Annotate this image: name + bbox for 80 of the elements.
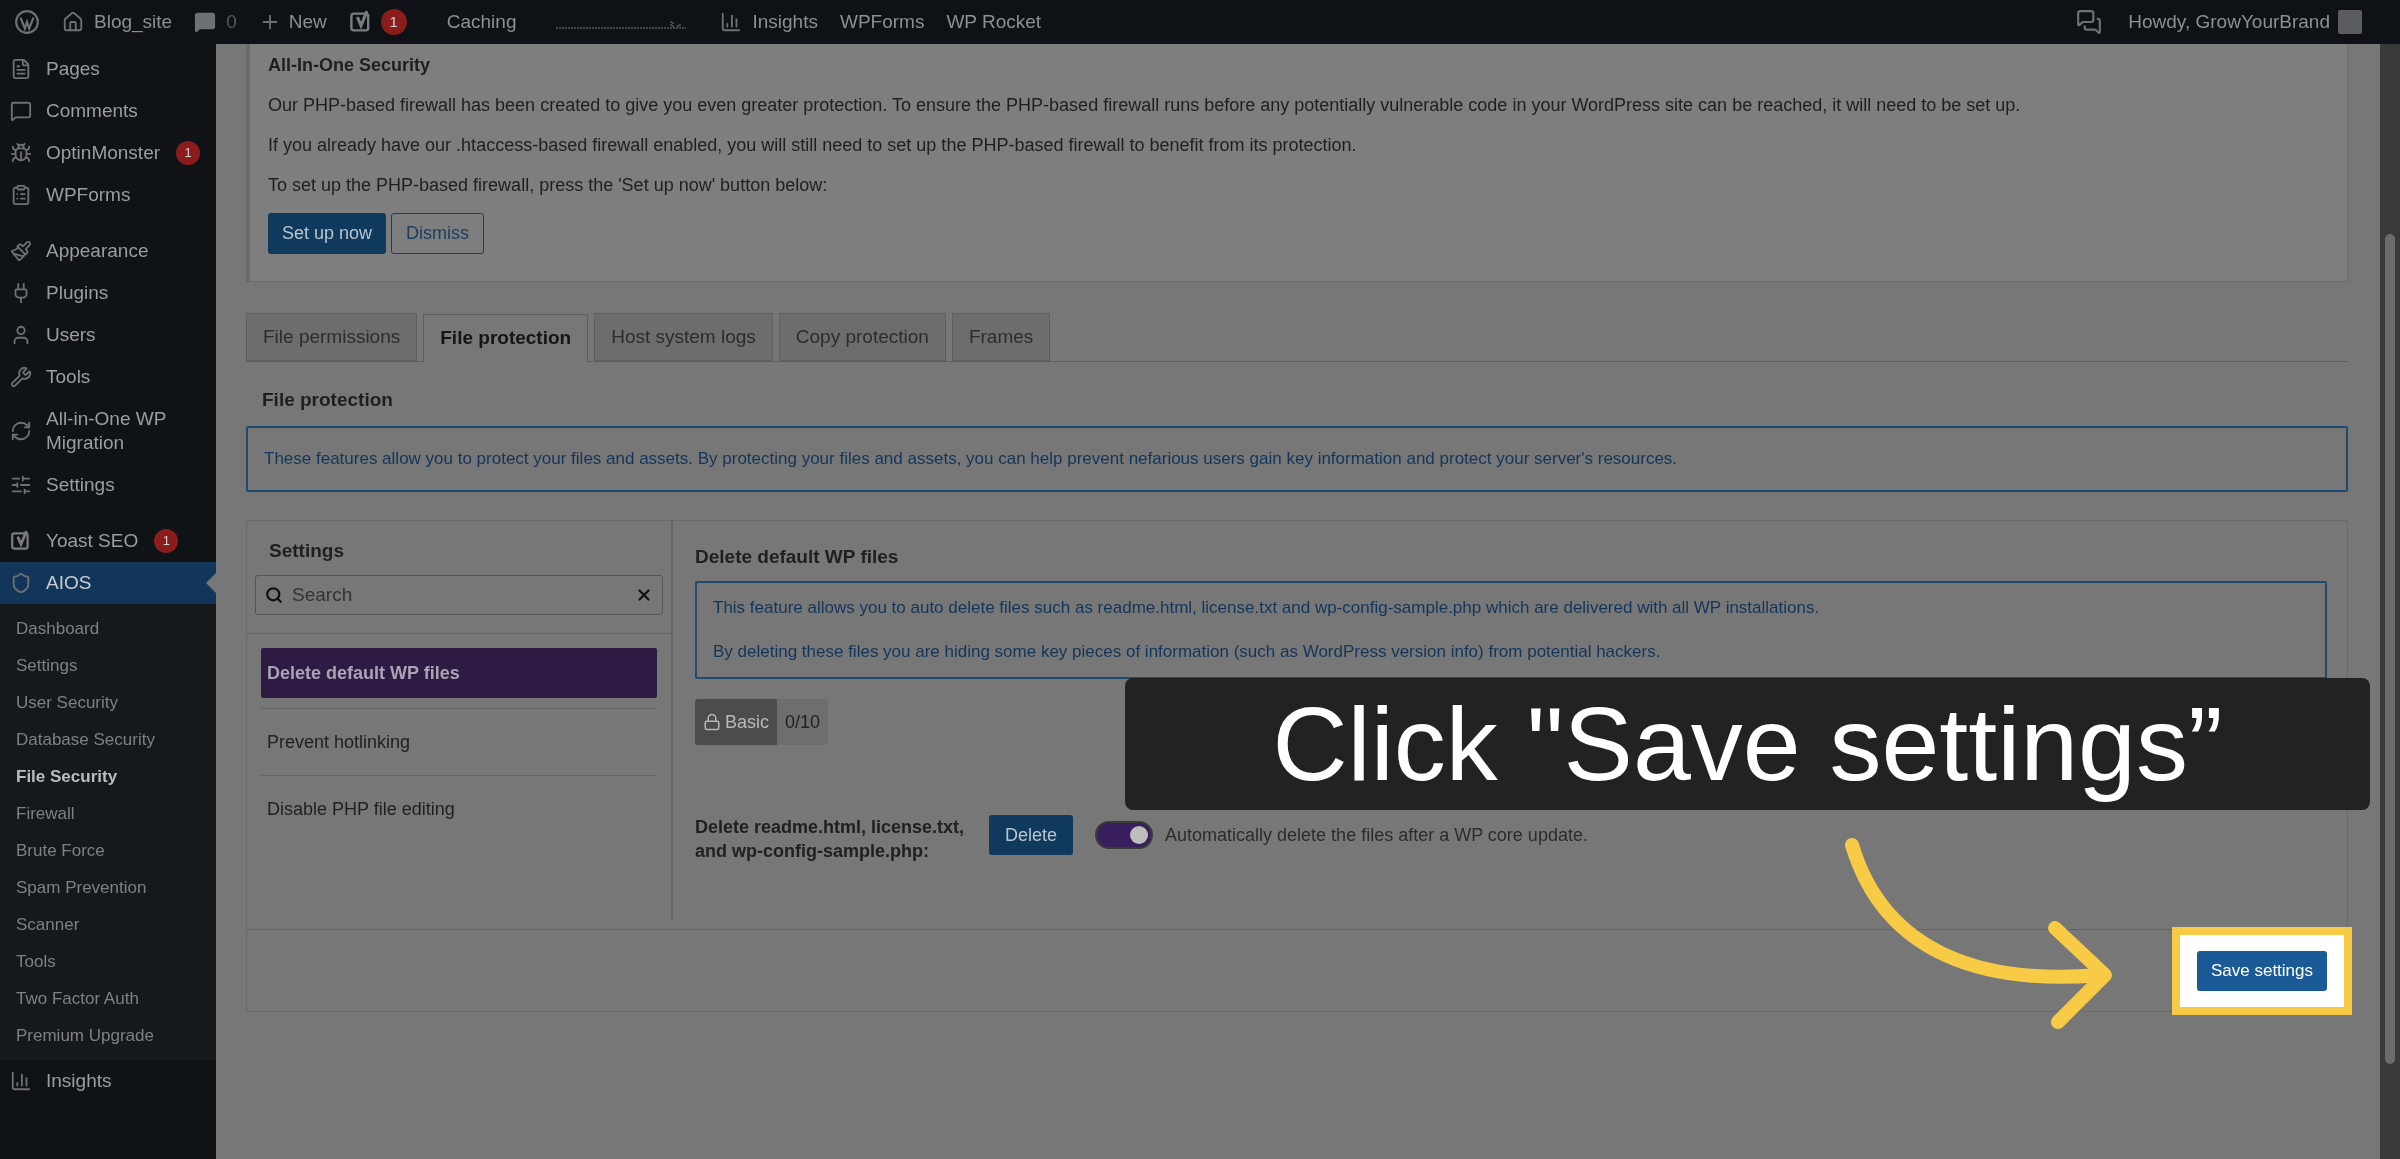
padlock-icon	[703, 713, 721, 731]
feature-info-text: By deleting these files you are hiding some key pieces of information (such as WordPress version info) from potential hackers.	[713, 641, 1662, 663]
sidebar-item[interactable]: Pages	[0, 48, 216, 90]
sidebar-item[interactable]: Appearance	[0, 230, 216, 272]
home-icon	[62, 11, 84, 33]
toggle-label: Automatically delete the files after a WP core update.	[1165, 824, 1588, 847]
avatar-icon	[2338, 10, 2362, 34]
search-icon	[265, 586, 283, 604]
site-link[interactable]: Blog_site	[94, 7, 173, 37]
wordpress-logo-icon[interactable]	[14, 9, 40, 35]
notice-text: To set up the PHP-based firewall, press the 'Set up now' button below:	[268, 174, 829, 196]
count-badge: 1	[380, 9, 407, 35]
menu-icon	[10, 142, 32, 164]
menu-icon	[10, 184, 32, 206]
submenu-item[interactable]: Tools	[0, 943, 216, 980]
settings-heading: Settings	[269, 539, 345, 563]
sidebar-item[interactable]: OptinMonster 1	[0, 132, 216, 174]
submenu-item[interactable]: Dashboard	[0, 610, 216, 647]
submenu-item[interactable]: Database Security	[0, 721, 216, 758]
submenu-item[interactable]: Premium Upgrade	[0, 1017, 216, 1054]
submenu-item[interactable]: Spam Prevention	[0, 869, 216, 906]
set-up-button[interactable]: Set up now	[268, 213, 387, 254]
row-label: Delete readme.html, license.txt, and wp-config-sample.php:	[695, 816, 966, 863]
callout-banner: Click "Save settings”	[1125, 678, 2370, 810]
current-pointer-icon	[206, 573, 216, 593]
feature-title: Delete default WP files	[695, 545, 900, 569]
chat-icon[interactable]	[2076, 9, 2103, 35]
save-settings-button[interactable]: Save settings	[2196, 950, 2328, 991]
submenu-item[interactable]: Brute Force	[0, 832, 216, 869]
insights-link[interactable]: Insights	[752, 7, 818, 37]
sidebar-item[interactable]: Users	[0, 314, 216, 356]
count-badge: 1	[154, 529, 179, 553]
menu-icon	[10, 572, 32, 594]
sidebar-item[interactable]: Settings	[0, 464, 216, 506]
submenu-item[interactable]: Two Factor Auth	[0, 980, 216, 1017]
notice-text: If you already have our .htaccess-based firewall enabled, you will still need to set up the PHP-based firewall to benefit from its protection.	[268, 134, 1358, 156]
submenu-item[interactable]: Firewall	[0, 795, 216, 832]
toggle-switch[interactable]	[1095, 821, 1154, 849]
sidebar-item[interactable]: All-in-One WP Migration	[0, 398, 216, 464]
sidebar-item[interactable]: Plugins	[0, 272, 216, 314]
yoast-icon	[10, 530, 32, 552]
wpforms-link[interactable]: WPForms	[839, 7, 925, 37]
score-badge: 0/10	[777, 699, 829, 745]
bar-chart-icon	[720, 11, 743, 33]
notice-title: All-In-One Security	[268, 54, 432, 76]
new-link[interactable]: New	[288, 7, 327, 37]
submenu-item[interactable]: Settings	[0, 647, 216, 684]
menu-icon	[10, 420, 32, 442]
settings-nav-item[interactable]: Prevent hotlinking	[261, 717, 657, 767]
section-title: File protection	[262, 388, 394, 412]
delete-button[interactable]: Delete	[989, 815, 1074, 855]
menu-icon	[10, 240, 32, 262]
sidebar-item[interactable]: Comments	[0, 90, 216, 132]
sidebar-item[interactable]: AIOS	[0, 562, 216, 604]
sidebar-item[interactable]: Insights	[0, 1060, 216, 1102]
menu-icon	[10, 58, 32, 80]
menu-icon	[10, 1070, 32, 1092]
menu-icon	[10, 474, 32, 496]
user-greeting[interactable]: Howdy, GrowYourBrand	[2128, 7, 2330, 37]
wp-rocket-link[interactable]: WP Rocket	[946, 7, 1042, 37]
settings-nav-item[interactable]: Disable PHP file editing	[261, 784, 657, 834]
tab[interactable]: File protection	[423, 314, 589, 362]
search-field[interactable]: Search	[255, 575, 663, 615]
feature-info-text: This feature allows you to auto delete files such as readme.html, license.txt and wp-config-sample.php which are delivered with all WP installations.	[713, 597, 1821, 619]
level-badge: Basic	[695, 699, 777, 745]
sidebar-item[interactable]: Tools	[0, 356, 216, 398]
menu-icon	[10, 100, 32, 122]
settings-nav-item[interactable]: Delete default WP files	[261, 648, 657, 698]
notice-text: Our PHP-based firewall has been created to give you even greater protection. To ensure the PHP-based firewall runs before any potentially vulnerable code in your WordPress site can be reached, it will need to be set up.	[268, 94, 2022, 116]
comment-icon	[194, 11, 217, 33]
submenu-item[interactable]: File Security	[0, 758, 216, 795]
caching-link[interactable]: Caching	[446, 7, 517, 37]
sidebar-item[interactable]: Yoast SEO 1	[0, 520, 216, 562]
info-box: These features allow you to protect your files and assets. By protecting your files and assets, you can help prevent nefarious users gain key information and protect your server's resources.	[246, 426, 2348, 492]
clear-icon[interactable]	[635, 586, 653, 604]
sidebar-item[interactable]: WPForms	[0, 174, 216, 216]
menu-icon	[10, 366, 32, 388]
submenu-item[interactable]: Scanner	[0, 906, 216, 943]
count-badge: 1	[176, 141, 201, 165]
submenu-item[interactable]: User Security	[0, 684, 216, 721]
